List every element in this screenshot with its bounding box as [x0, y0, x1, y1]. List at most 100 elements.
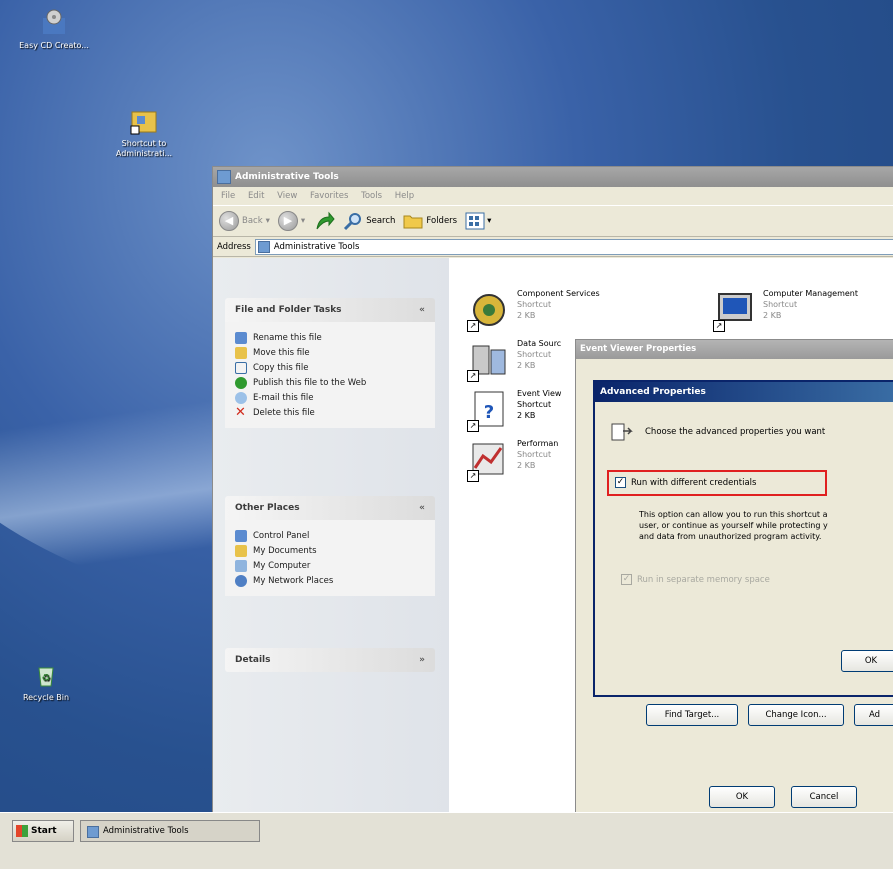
file-item[interactable]: ↗ Performan Shortcut 2 KB — [467, 438, 558, 482]
desktop-icon-label: Easy CD Creato... — [19, 41, 89, 50]
description-line: user, or continue as yourself while prot… — [639, 521, 828, 530]
address-folder-icon — [257, 240, 270, 253]
menu-edit[interactable]: Edit — [248, 191, 264, 201]
start-button[interactable]: Start — [12, 820, 74, 842]
description-line: This option can allow you to run this sh… — [639, 510, 828, 519]
file-size: 2 KB — [517, 461, 536, 470]
file-type: Shortcut — [517, 400, 552, 409]
desktop-icon-label: Shortcut to Administrati... — [115, 139, 173, 158]
place-control-panel[interactable]: Control Panel — [235, 528, 425, 543]
search-button[interactable]: Search — [343, 211, 395, 231]
toolbar: ◀ Back ▾ ▶ ▾ Search Folders ▾ — [213, 205, 893, 237]
back-button[interactable]: ◀ Back ▾ — [219, 211, 270, 231]
find-target-button[interactable]: Find Target... — [646, 704, 738, 726]
forward-arrow-icon: ▶ — [277, 211, 298, 231]
control-panel-icon — [235, 529, 247, 542]
checkbox-checked[interactable]: ✓ — [615, 477, 626, 488]
file-name: Data Sourc — [517, 339, 562, 348]
advanced-properties-dialog: Advanced Properties Choose the advanced … — [593, 380, 893, 697]
task-label: Rename this file — [253, 332, 322, 343]
place-label: My Network Places — [253, 575, 334, 586]
shortcut-arrow-icon: ↗ — [467, 370, 479, 382]
advanced-dialog-title[interactable]: Advanced Properties — [595, 382, 893, 402]
shortcut-arrow-icon: ↗ — [467, 470, 479, 482]
ok-button[interactable]: OK — [709, 786, 775, 808]
task-publish[interactable]: Publish this file to the Web — [235, 375, 425, 390]
network-places-icon — [235, 574, 247, 587]
collapse-chevron-icon[interactable]: « — [419, 298, 425, 322]
task-copy[interactable]: Copy this file — [235, 360, 425, 375]
event-viewer-dialog-title[interactable]: Event Viewer Properties — [576, 340, 893, 359]
advanced-ok-button[interactable]: OK — [841, 650, 893, 672]
views-button[interactable]: ▾ — [465, 212, 491, 230]
task-label: Move this file — [253, 347, 310, 358]
forward-button[interactable]: ▶ ▾ — [277, 211, 305, 231]
desktop-icon-admin-shortcut[interactable]: Shortcut to Administrati... — [104, 106, 184, 159]
checkbox-disabled-checked: ✓ — [621, 574, 632, 585]
forward-dropdown-icon[interactable]: ▾ — [301, 216, 305, 226]
address-bar: Address Administrative Tools — [213, 237, 893, 257]
description-line: and data from unauthorized program activ… — [639, 532, 822, 541]
back-arrow-icon: ◀ — [219, 211, 239, 231]
svg-text:?: ? — [484, 402, 494, 423]
cancel-button[interactable]: Cancel — [791, 786, 857, 808]
other-places-header[interactable]: Other Places « — [225, 496, 435, 520]
up-folder-button[interactable] — [313, 211, 335, 231]
file-type: Shortcut — [517, 450, 552, 459]
menu-help[interactable]: Help — [395, 191, 414, 201]
collapse-chevron-icon[interactable]: « — [419, 496, 425, 520]
place-label: My Computer — [253, 560, 311, 571]
place-my-network[interactable]: My Network Places — [235, 573, 425, 588]
desktop-icon-recycle-bin[interactable]: ♻ Recycle Bin — [6, 660, 86, 703]
start-label: Start — [31, 826, 57, 836]
folder-tools-icon — [217, 170, 231, 184]
taskbar-task-admin-tools[interactable]: Administrative Tools — [80, 820, 260, 842]
task-email[interactable]: E-mail this file — [235, 390, 425, 405]
expand-chevron-icon[interactable]: » — [419, 648, 425, 672]
details-header[interactable]: Details » — [225, 648, 435, 672]
admin-shortcut-icon — [129, 106, 159, 136]
search-icon — [344, 213, 362, 231]
other-places-panel: Other Places « Control Panel My Document… — [225, 496, 435, 596]
advanced-button[interactable]: Ad — [854, 704, 893, 726]
place-my-computer[interactable]: My Computer — [235, 558, 425, 573]
place-my-documents[interactable]: My Documents — [235, 543, 425, 558]
task-delete[interactable]: ✕ Delete this file — [235, 405, 425, 420]
place-label: Control Panel — [253, 530, 310, 541]
menu-view[interactable]: View — [277, 191, 297, 201]
explorer-titlebar[interactable]: Administrative Tools — [213, 167, 893, 187]
svg-text:♻: ♻ — [42, 673, 51, 684]
shortcut-arrow-icon: ↗ — [713, 320, 725, 332]
file-size: 2 KB — [517, 361, 536, 370]
file-item[interactable]: ? ↗ Event View Shortcut 2 KB — [467, 388, 561, 432]
folders-button[interactable]: Folders — [403, 212, 457, 230]
file-item[interactable]: ↗ Data Sourc Shortcut 2 KB — [467, 338, 561, 382]
details-title: Details — [235, 655, 271, 665]
publish-web-icon — [235, 376, 247, 389]
file-folder-tasks-header[interactable]: File and Folder Tasks « — [225, 298, 435, 322]
address-value: Administrative Tools — [273, 241, 360, 252]
task-move[interactable]: Move this file — [235, 345, 425, 360]
menu-file[interactable]: File — [221, 191, 235, 201]
run-different-credentials-checkbox[interactable]: ✓ Run with different credentials — [615, 477, 756, 488]
change-icon-button[interactable]: Change Icon... — [748, 704, 844, 726]
back-dropdown-icon[interactable]: ▾ — [266, 216, 270, 226]
file-item[interactable]: ↗ Computer Management Shortcut 2 KB — [713, 288, 858, 332]
desktop-icon-cd-creator[interactable]: Easy CD Creato... — [14, 8, 94, 51]
move-icon — [235, 346, 247, 359]
details-panel: Details » — [225, 648, 435, 672]
views-dropdown-icon[interactable]: ▾ — [487, 216, 491, 226]
back-label: Back — [242, 216, 263, 226]
up-folder-icon — [316, 211, 335, 230]
file-folder-tasks-panel: File and Folder Tasks « Rename this file… — [225, 298, 435, 428]
event-viewer-icon: ? ↗ — [467, 388, 511, 432]
address-input[interactable]: Administrative Tools — [254, 238, 893, 255]
task-rename[interactable]: Rename this file — [235, 330, 425, 345]
menu-favorites[interactable]: Favorites — [310, 191, 348, 201]
menu-tools[interactable]: Tools — [361, 191, 382, 201]
delete-icon: ✕ — [235, 404, 246, 420]
copy-icon — [235, 361, 247, 374]
file-folder-tasks-title: File and Folder Tasks — [235, 305, 342, 315]
other-places-title: Other Places — [235, 503, 300, 513]
file-item[interactable]: ↗ Component Services Shortcut 2 KB — [467, 288, 600, 332]
